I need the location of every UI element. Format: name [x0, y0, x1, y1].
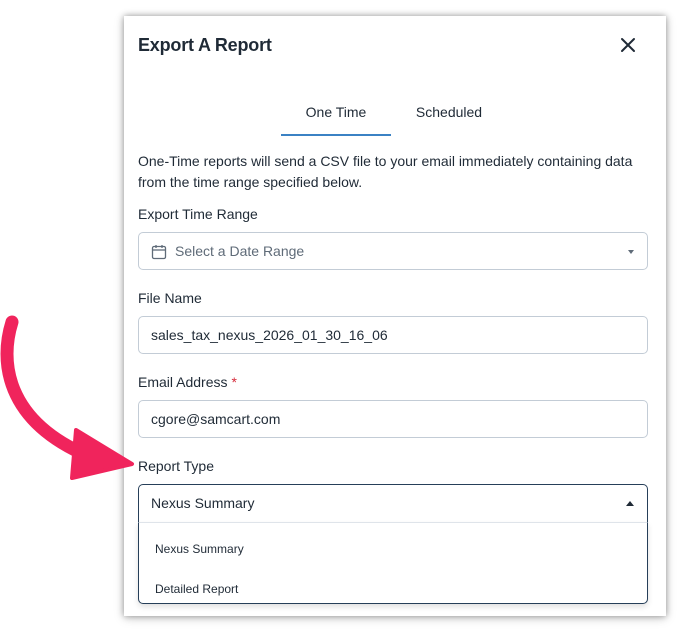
- active-tab-indicator: [281, 134, 391, 136]
- email-field[interactable]: cgore@samcart.com: [138, 400, 648, 438]
- option-detailed-report[interactable]: Detailed Report: [155, 582, 238, 596]
- report-tabs: One Time Scheduled: [281, 100, 511, 136]
- option-nexus-summary[interactable]: Nexus Summary: [155, 542, 244, 556]
- email-label-text: Email Address: [138, 374, 228, 390]
- report-type-value: Nexus Summary: [151, 495, 255, 511]
- tab-scheduled[interactable]: Scheduled: [403, 104, 495, 120]
- date-range-select[interactable]: Select a Date Range: [138, 232, 648, 270]
- email-label: Email Address *: [138, 374, 237, 390]
- chevron-down-icon: [628, 250, 634, 254]
- date-range-placeholder: Select a Date Range: [175, 243, 305, 259]
- file-name-field[interactable]: sales_tax_nexus_2026_01_30_16_06: [138, 316, 648, 354]
- screenshot-stage: Export A Report One Time Scheduled One-T…: [0, 0, 684, 632]
- time-range-label: Export Time Range: [138, 206, 258, 222]
- chevron-up-icon: [626, 501, 634, 506]
- close-button[interactable]: [616, 33, 640, 57]
- export-report-dialog: Export A Report One Time Scheduled One-T…: [124, 16, 666, 616]
- close-icon: [621, 38, 635, 52]
- required-mark: *: [231, 374, 237, 390]
- report-description: One-Time reports will send a CSV file to…: [138, 153, 633, 190]
- dialog-title: Export A Report: [138, 35, 272, 55]
- email-value: cgore@samcart.com: [151, 411, 281, 427]
- report-type-select[interactable]: Nexus Summary: [138, 484, 648, 522]
- file-name-value: sales_tax_nexus_2026_01_30_16_06: [151, 327, 388, 343]
- report-type-dropdown: Nexus Summary Detailed Report: [138, 522, 648, 604]
- calendar-icon: [151, 245, 167, 260]
- file-name-label: File Name: [138, 290, 202, 306]
- tab-one-time[interactable]: One Time: [281, 104, 391, 120]
- report-type-label: Report Type: [138, 458, 215, 474]
